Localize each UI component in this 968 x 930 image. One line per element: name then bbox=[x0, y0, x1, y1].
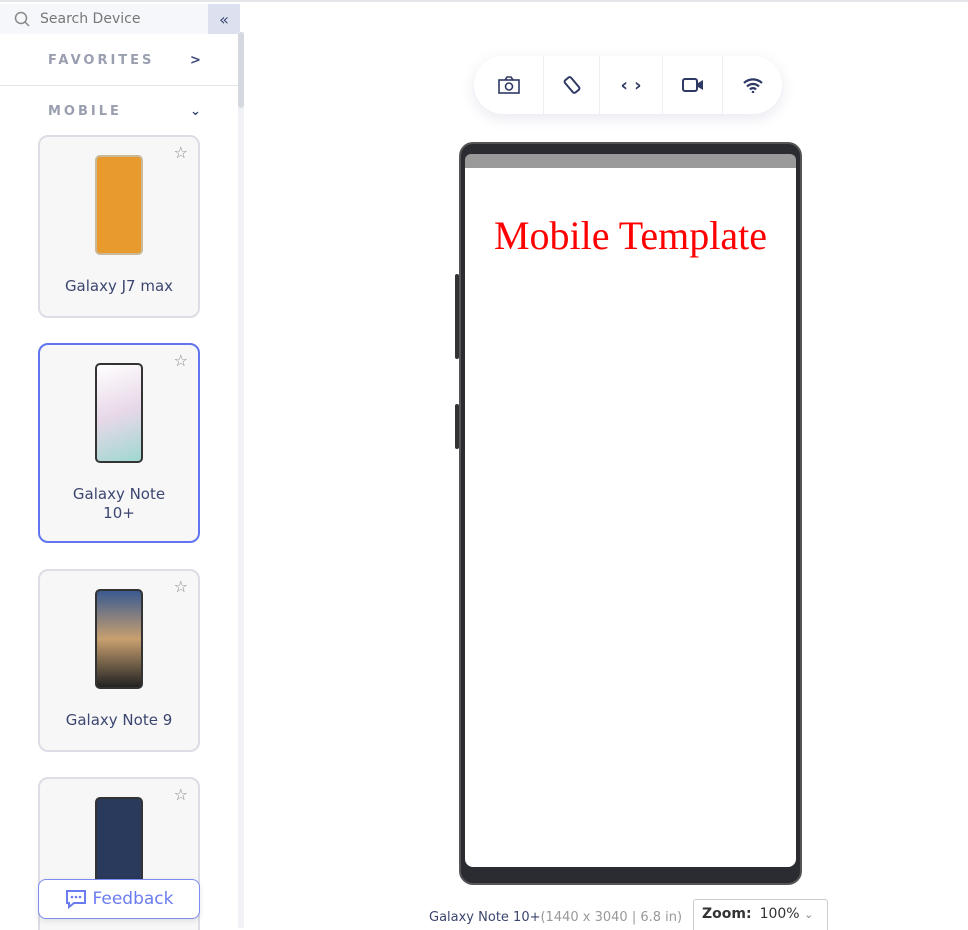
video-icon bbox=[681, 78, 703, 92]
double-chevron-left-icon: « bbox=[219, 9, 229, 29]
search-input[interactable]: Search Device bbox=[0, 4, 208, 34]
device-info: Galaxy Note 10+(1440 x 3040 | 6.8 in) bbox=[429, 910, 682, 925]
device-frame: Mobile Template bbox=[459, 142, 802, 885]
search-placeholder: Search Device bbox=[40, 11, 141, 27]
camera-icon bbox=[497, 76, 520, 94]
section-favorites[interactable]: FAVORITES > bbox=[0, 36, 238, 86]
feedback-button[interactable]: Feedback bbox=[38, 879, 200, 919]
zoom-value: 100% bbox=[759, 906, 800, 922]
device-card[interactable]: ☆ Galaxy J7 max bbox=[38, 135, 200, 318]
star-icon[interactable]: ☆ bbox=[174, 351, 188, 370]
star-icon[interactable]: ☆ bbox=[174, 785, 188, 804]
device-info-name: Galaxy Note 10+ bbox=[429, 910, 541, 925]
device-screen[interactable]: Mobile Template bbox=[465, 168, 796, 867]
screenshot-button[interactable] bbox=[474, 56, 544, 114]
feedback-label: Feedback bbox=[92, 889, 174, 909]
device-image bbox=[95, 589, 143, 689]
wifi-icon bbox=[742, 78, 763, 93]
status-bar bbox=[465, 154, 796, 168]
chevron-down-icon: ⌄ bbox=[190, 103, 201, 119]
device-card[interactable]: ☆ Galaxy Note 9 bbox=[38, 569, 200, 752]
sidebar-scrollbar[interactable] bbox=[238, 32, 244, 928]
rotate-button[interactable] bbox=[544, 56, 600, 114]
chat-icon bbox=[65, 890, 86, 909]
content-title: Mobile Template bbox=[493, 213, 768, 258]
device-toolbar: ‹ › bbox=[474, 56, 782, 114]
record-button[interactable] bbox=[663, 56, 723, 114]
rotate-icon bbox=[563, 76, 580, 94]
chevron-down-icon: ⌄ bbox=[804, 908, 814, 921]
network-button[interactable] bbox=[723, 56, 782, 114]
device-name: Galaxy J7 max bbox=[64, 277, 174, 295]
section-label: MOBILE bbox=[48, 103, 122, 119]
star-icon[interactable]: ☆ bbox=[174, 143, 188, 162]
device-name: Galaxy Note 10+ bbox=[72, 485, 166, 522]
star-icon[interactable]: ☆ bbox=[174, 577, 188, 596]
section-mobile[interactable]: MOBILE ⌄ bbox=[0, 86, 238, 136]
search-icon bbox=[14, 11, 30, 27]
code-icon: ‹ › bbox=[620, 74, 642, 96]
device-info-specs: (1440 x 3040 | 6.8 in) bbox=[540, 910, 683, 925]
zoom-label: Zoom: bbox=[702, 906, 752, 922]
zoom-select[interactable]: Zoom: 100% ⌄ bbox=[693, 899, 828, 930]
chevron-right-icon: > bbox=[190, 53, 201, 68]
device-card[interactable]: ☆ Galaxy Note 10+ bbox=[38, 343, 200, 543]
section-label: FAVORITES bbox=[48, 53, 155, 68]
sidebar: Search Device « FAVORITES > MOBILE ⌄ ☆ Gal… bbox=[0, 4, 240, 930]
devtools-button[interactable]: ‹ › bbox=[600, 56, 663, 114]
device-image bbox=[95, 155, 143, 255]
collapse-sidebar-button[interactable]: « bbox=[208, 4, 240, 34]
device-image bbox=[95, 363, 143, 463]
device-name: Galaxy Note 9 bbox=[65, 711, 173, 729]
